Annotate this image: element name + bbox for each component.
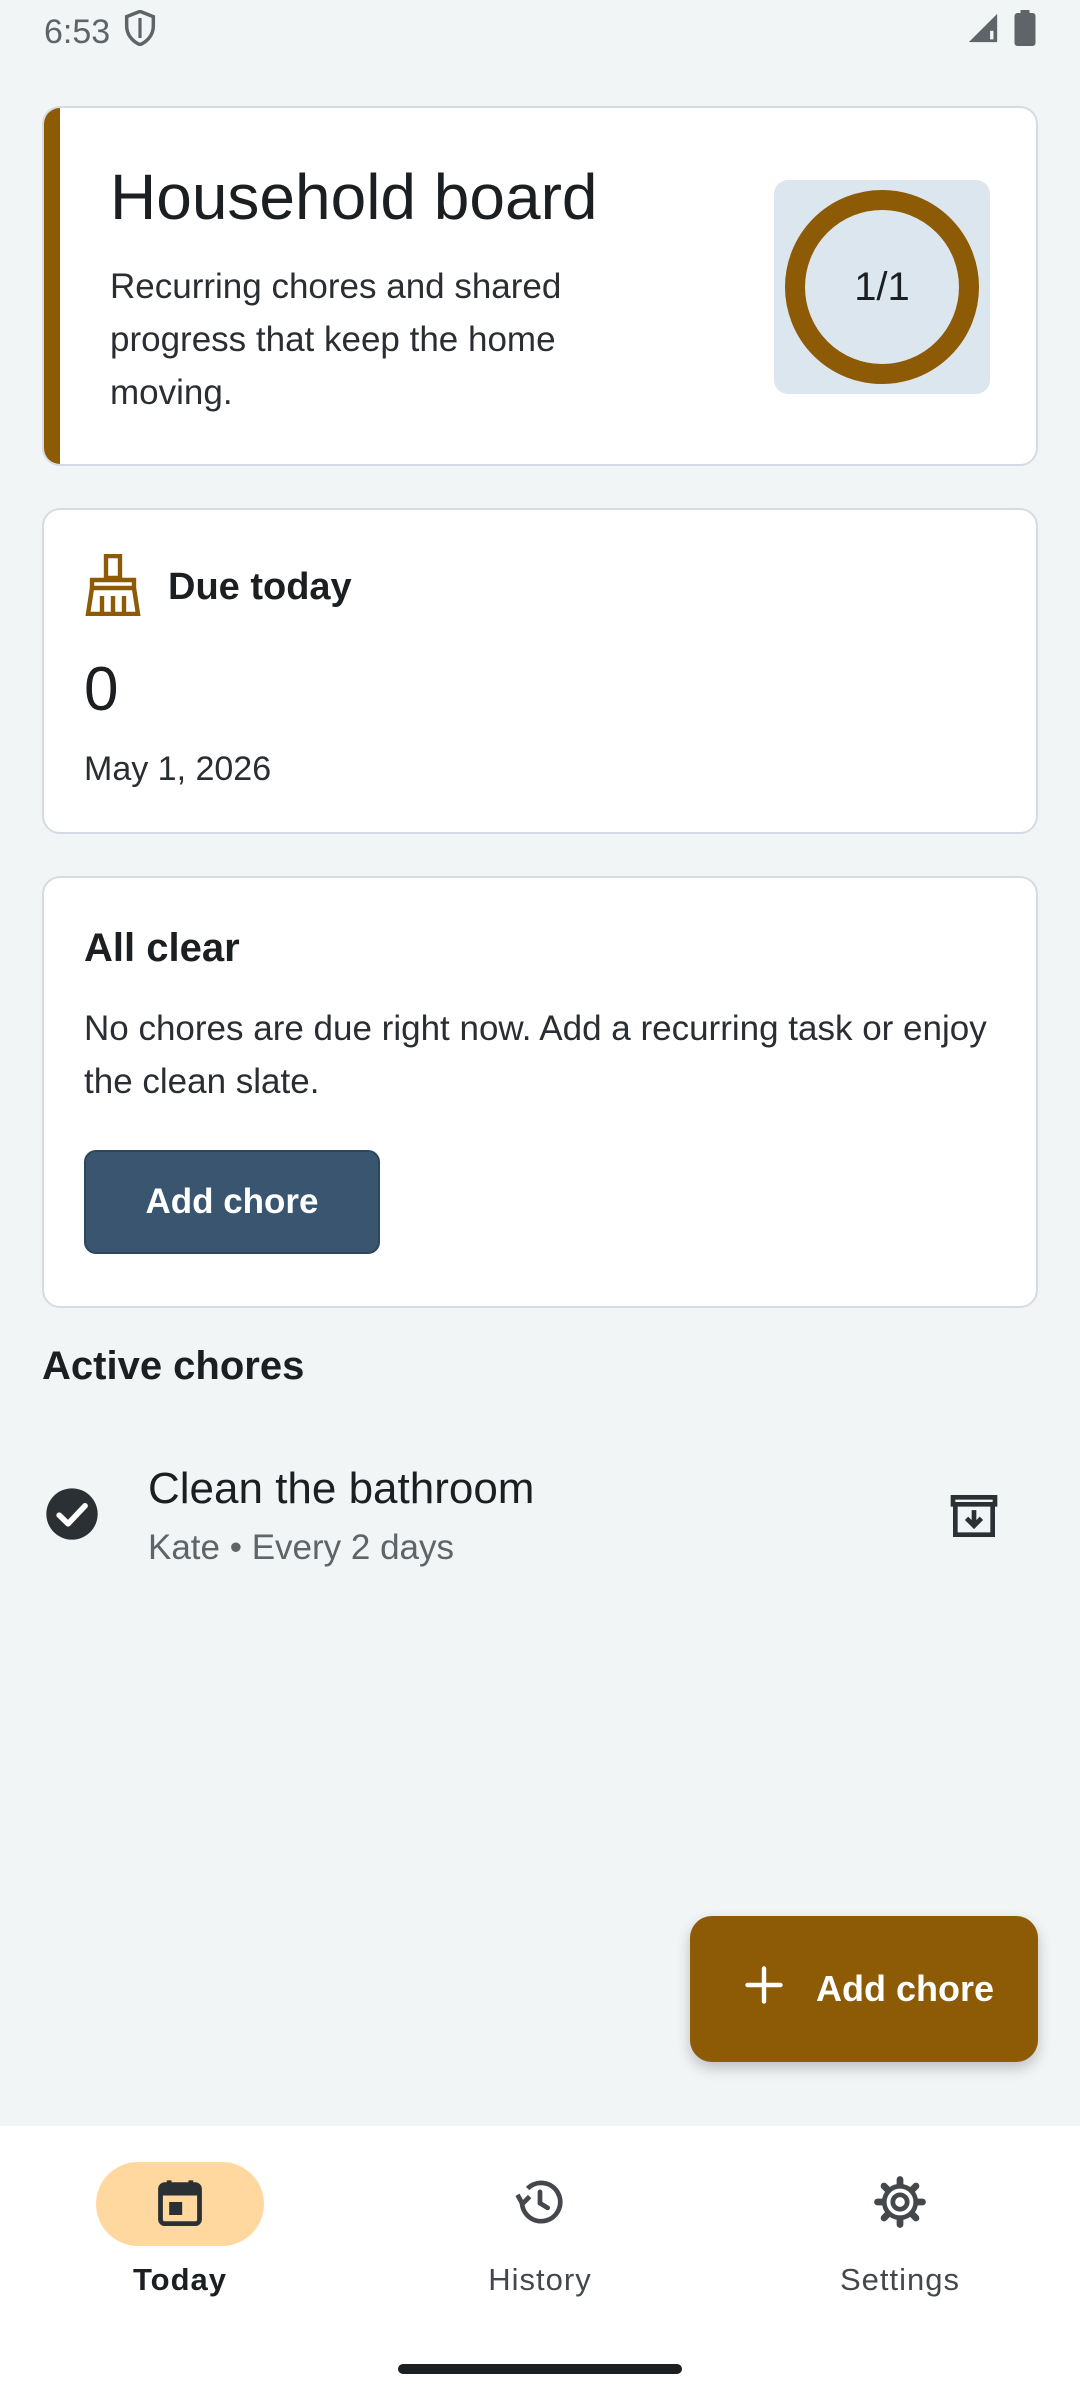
- add-chore-button[interactable]: Add chore: [84, 1150, 380, 1254]
- add-chore-fab[interactable]: Add chore: [690, 1916, 1038, 2062]
- nav-tab-history-label: History: [488, 2262, 592, 2297]
- due-today-card: Due today 0 May 1, 2026: [42, 508, 1038, 834]
- progress-ring: 1/1: [784, 189, 980, 385]
- battery-icon: [1014, 9, 1036, 55]
- nav-tab-settings-indicator: [816, 2162, 984, 2246]
- chore-name: Clean the bathroom: [148, 1464, 535, 1513]
- nav-tab-history-indicator: [456, 2162, 624, 2246]
- bottom-navigation: Today History Settings: [0, 2126, 1080, 2400]
- status-time: 6:53: [44, 12, 111, 51]
- signal-icon: [966, 11, 1000, 54]
- nav-tab-settings[interactable]: Settings: [750, 2162, 1050, 2312]
- due-today-date: May 1, 2026: [84, 750, 272, 788]
- plus-icon: [742, 1963, 786, 2016]
- all-clear-card: All clear No chores are due right now. A…: [42, 876, 1038, 1308]
- shield-icon: [124, 8, 156, 55]
- add-chore-fab-label: Add chore: [816, 1968, 995, 2009]
- nav-tab-settings-label: Settings: [839, 2262, 960, 2297]
- all-clear-title: All clear: [84, 926, 240, 970]
- gear-icon: [873, 2175, 927, 2234]
- nav-tab-today[interactable]: Today: [30, 2162, 330, 2312]
- progress-label: 1/1: [854, 264, 910, 309]
- add-chore-button-label: Add chore: [145, 1182, 319, 1221]
- broom-icon: [84, 553, 142, 621]
- archive-icon[interactable]: [946, 1488, 1002, 1549]
- calendar-icon: [154, 2176, 206, 2233]
- progress-indicator: 1/1: [774, 180, 990, 394]
- home-indicator[interactable]: [398, 2364, 682, 2374]
- all-clear-message: No chores are due right now. Add a recur…: [84, 1009, 987, 1101]
- history-icon: [513, 2175, 567, 2234]
- status-bar: 6:53: [0, 0, 1080, 64]
- chore-meta: Kate • Every 2 days: [148, 1528, 455, 1567]
- nav-tab-today-indicator: [96, 2162, 264, 2246]
- board-title: Household board: [110, 161, 598, 233]
- chore-item[interactable]: Clean the bathroom Kate • Every 2 days: [0, 1440, 1080, 1590]
- household-board-card: Household board Recurring chores and sha…: [42, 106, 1038, 466]
- due-today-title: Due today: [168, 566, 352, 608]
- due-today-count: 0: [84, 655, 119, 724]
- board-accent-bar: [44, 108, 60, 464]
- active-chores-title: Active chores: [42, 1344, 305, 1388]
- check-circle-icon[interactable]: [44, 1486, 100, 1547]
- board-subtitle: Recurring chores and shared progress tha…: [110, 267, 562, 412]
- due-today-header: Due today: [84, 553, 352, 621]
- nav-tab-today-label: Today: [133, 2262, 227, 2297]
- nav-tab-history[interactable]: History: [390, 2162, 690, 2312]
